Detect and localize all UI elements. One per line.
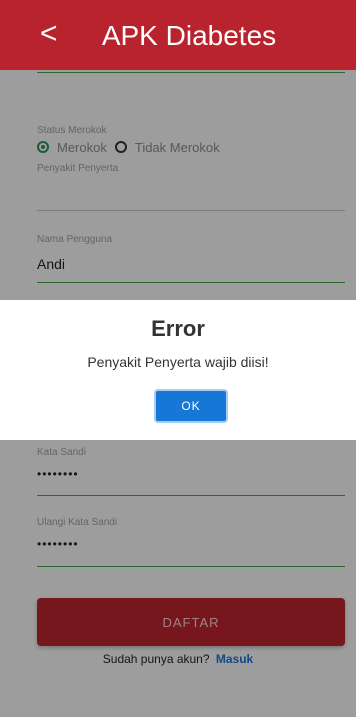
error-dialog: Error Penyakit Penyerta wajib diisi! OK (0, 300, 356, 440)
dialog-title: Error (151, 316, 205, 341)
app-header: < APK Diabetes (0, 0, 356, 70)
app-title: APK Diabetes (101, 20, 277, 51)
dialog-message: Penyakit Penyerta wajib diisi! (87, 354, 269, 370)
ok-button[interactable]: OK (154, 389, 228, 423)
